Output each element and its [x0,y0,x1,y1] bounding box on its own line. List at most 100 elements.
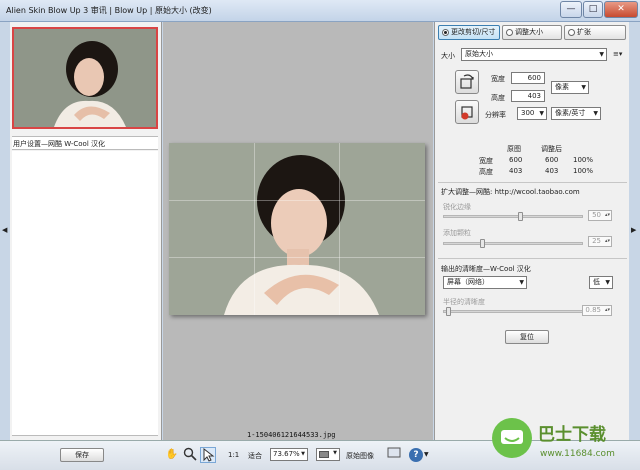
crop-grid-line [169,257,425,258]
image-canvas[interactable]: 1-150406121644533.jpg [163,22,433,440]
ratio-1-1-button[interactable]: 1:1 [228,451,239,459]
preset-list[interactable] [12,151,158,436]
sharpen-value: 50 [592,211,601,219]
resolution-unit-select[interactable]: 像素/英寸 ▼ [551,107,601,120]
zoom-tool-icon[interactable] [182,447,198,463]
size-preset-select[interactable]: 原始大小 ▼ [461,48,607,61]
chevron-updown-icon: ▴▾ [604,307,610,313]
grain-slider-track[interactable] [443,242,583,245]
height-label: 高度 [491,94,505,102]
radius-slider-thumb[interactable] [445,307,451,316]
tab-expand[interactable]: 扩张 [564,25,626,40]
height-input[interactable]: 403 [511,90,545,102]
chevron-down-icon: ▼ [301,451,305,457]
chevron-down-icon: ▼ [593,110,598,117]
table-cell: 100% [573,167,594,175]
minimize-button[interactable]: — [560,1,582,18]
file-name: 1-150406121644533.jpg [247,431,336,439]
table-cell: 403 [509,167,523,175]
chevron-down-icon: ▼ [519,279,524,286]
fit-button[interactable]: 适合 [248,451,262,461]
chevron-down-icon: ▼ [539,110,544,117]
background-color-select[interactable]: ▼ [316,448,340,461]
hand-tool-icon[interactable]: ✋ [164,447,180,463]
output-header: 输出的清晰度—W-Cool 汉化 [441,265,531,273]
mode-tabs: 更改剪切/尺寸 调整大小 扩张 [438,25,628,42]
output-device-value: 屏幕（网络） [447,278,489,286]
collapse-left-arrow-icon[interactable]: ◀ [2,226,7,234]
thumbnail-preview[interactable] [12,27,158,129]
compare-view-icon[interactable] [386,447,402,463]
color-swatch [319,451,329,458]
reset-button[interactable]: 复位 [505,330,549,344]
window-title: Alien Skin Blow Up 3 审讯 | Blow Up | 原始大小… [6,6,212,15]
table-cell: 100% [573,156,594,164]
collapse-right-arrow-icon[interactable]: ▶ [631,226,636,234]
table-cell: 403 [545,167,559,175]
output-level-select[interactable]: 低 ▼ [589,276,613,289]
crop-grid-line [254,143,255,315]
table-row-label: 高度 [479,168,493,176]
divider [438,182,627,183]
menu-icon[interactable]: ≡▾ [613,50,622,58]
photo-image [169,143,425,315]
original-image-button[interactable]: 原始图像 [346,451,374,461]
chevron-down-icon: ▼ [599,51,604,58]
crop-grid-line [339,143,340,315]
grain-slider-thumb[interactable] [479,239,485,248]
help-icon[interactable]: ? [408,447,424,463]
output-device-select[interactable]: 屏幕（网络） ▼ [443,276,527,289]
resolution-select[interactable]: 300 ▼ [517,107,547,120]
reset-crop-button[interactable] [455,100,479,124]
thumbnail-image [14,29,156,127]
table-cell: 600 [545,156,559,164]
magnifier-icon [183,447,197,461]
watermark-text: 巴士下载 [538,424,606,445]
radius-spin[interactable]: 0.85 ▴▾ [582,305,612,316]
chevron-updown-icon: ▴▾ [604,212,610,218]
maximize-button[interactable]: □ [583,1,603,18]
resolution-unit-value: 像素/英寸 [555,109,586,117]
zoom-value: 73.67% [273,450,300,458]
save-button[interactable]: 保存 [60,448,104,462]
size-preset-value: 原始大小 [465,50,493,58]
chevron-down-icon: ▼ [333,450,337,456]
zoom-select[interactable]: 73.67% ▼ [270,448,308,461]
grain-spin[interactable]: 25 ▴▾ [588,236,612,247]
radius-slider-track[interactable] [443,310,583,313]
unit-value: 像素 [555,83,569,91]
output-level-value: 低 [593,278,600,286]
table-cell: 600 [509,156,523,164]
sharpen-slider-thumb[interactable] [517,212,523,221]
watermark-url: www.11684.com [540,449,615,459]
tab-label: 扩张 [577,28,591,36]
sharpen-slider-track[interactable] [443,215,583,218]
main-photo[interactable] [169,143,425,315]
table-header-adjusted: 调整后 [541,145,562,153]
help-glyph: ? [409,448,423,462]
sharpen-spin[interactable]: 50 ▴▾ [588,210,612,221]
grain-value: 25 [592,237,601,245]
table-row-label: 宽度 [479,157,493,165]
tab-resize[interactable]: 调整大小 [502,25,562,40]
left-panel: 用户设置—网酷 W-Cool 汉化 [10,22,162,440]
divider [438,258,627,259]
chevron-down-icon: ▼ [605,279,610,286]
width-label: 宽度 [491,75,505,83]
tab-label: 调整大小 [515,28,543,36]
rotate-icon [460,74,474,89]
preset-item[interactable]: 用户设置—网酷 W-Cool 汉化 [13,139,105,149]
radius-value: 0.85 [585,306,601,314]
resolution-value: 300 [521,109,535,117]
right-panel: 更改剪切/尺寸 调整大小 扩张 大小 原始大小 ▼ ≡▾ 宽度 600 高度 40… [434,22,629,440]
rotate-crop-button[interactable] [455,70,479,94]
help-chevron-icon[interactable]: ▼ [424,451,429,458]
close-button[interactable]: ✕ [604,1,638,18]
tab-crop-size[interactable]: 更改剪切/尺寸 [438,25,500,40]
chevron-down-icon: ▼ [581,84,586,91]
site-watermark-logo: 巴士下载 www.11684.com [488,410,638,466]
width-input[interactable]: 600 [511,72,545,84]
crop-tool-icon[interactable] [200,447,216,463]
unit-select[interactable]: 像素 ▼ [551,81,589,94]
chevron-updown-icon: ▴▾ [604,238,610,244]
